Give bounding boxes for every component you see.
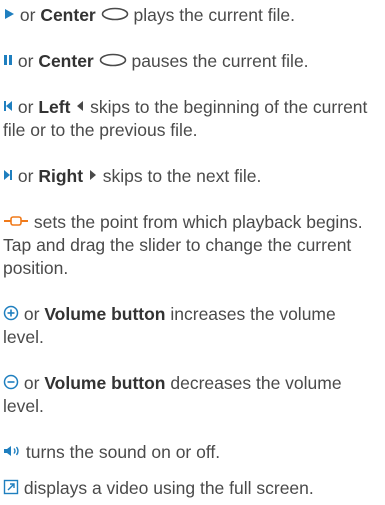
media-player-controls-doc: or Center plays the current file. or Cen… — [0, 0, 385, 505]
full-screen-icon — [3, 479, 19, 495]
play-or-text: or — [19, 5, 36, 25]
skip-forward-desc-text: skips to the next file. — [102, 166, 262, 186]
play-desc-text: plays the current file. — [133, 5, 295, 25]
volume-button-key-label: Volume button — [44, 373, 166, 393]
play-description: or Center plays the current file. — [3, 4, 381, 27]
full-screen-description: displays a video using the full screen. — [3, 477, 381, 500]
center-button-icon — [101, 7, 129, 21]
skip-forward-icon — [3, 168, 13, 182]
volume-down-or-text: or — [23, 373, 40, 393]
volume-down-description: or Volume button decreases the volume le… — [3, 372, 381, 418]
sound-toggle-description: turns the sound on or off. — [3, 441, 381, 464]
left-arrow-icon — [75, 99, 85, 113]
center-key-label: Center — [40, 5, 96, 25]
pause-icon — [3, 53, 13, 67]
right-key-label: Right — [38, 166, 84, 186]
pause-description: or Center pauses the current file. — [3, 50, 381, 73]
skip-forward-description: or Right skips to the next file. — [3, 165, 381, 188]
volume-up-description: or Volume button increases the volume le… — [3, 303, 381, 349]
volume-button-key-label: Volume button — [44, 304, 166, 324]
skip-forward-or-text: or — [17, 166, 34, 186]
skip-back-description: or Left skips to the beginning of the cu… — [3, 96, 381, 142]
sound-toggle-desc-text: turns the sound on or off. — [25, 442, 221, 462]
left-key-label: Left — [38, 97, 71, 117]
volume-up-or-text: or — [23, 304, 40, 324]
volume-up-icon — [3, 305, 19, 321]
center-key-label: Center — [38, 51, 94, 71]
skip-back-icon — [3, 99, 13, 113]
pause-desc-text: pauses the current file. — [131, 51, 309, 71]
play-icon — [3, 7, 15, 21]
position-slider-desc-text: sets the point from which playback begin… — [3, 212, 363, 278]
center-button-icon — [99, 53, 127, 67]
position-slider-description: sets the point from which playback begin… — [3, 211, 381, 280]
volume-down-icon — [3, 374, 19, 390]
full-screen-desc-text: displays a video using the full screen. — [23, 478, 314, 498]
position-slider-icon — [3, 214, 29, 228]
speaker-icon — [3, 444, 21, 458]
pause-or-text: or — [17, 51, 34, 71]
right-arrow-icon — [88, 168, 98, 182]
skip-back-or-text: or — [17, 97, 34, 117]
